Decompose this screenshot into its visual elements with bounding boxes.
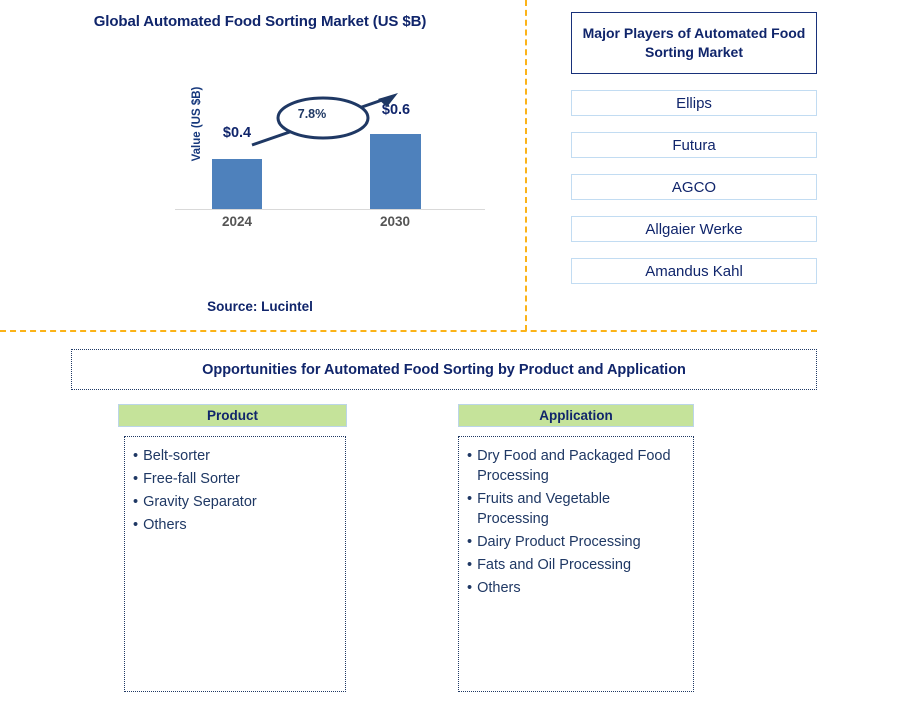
list-item: • Fats and Oil Processing [467,555,685,575]
player-item-allgaier-werke[interactable]: Allgaier Werke [571,216,817,242]
player-label: Allgaier Werke [645,220,743,238]
source-note: Source: Lucintel [207,299,313,314]
list-item-label: Belt-sorter [143,448,210,464]
list-item: • Gravity Separator [133,492,337,512]
vertical-divider [525,0,527,331]
player-item-agco[interactable]: AGCO [571,174,817,200]
list-item: • Others [467,578,685,598]
list-item: • Others [133,515,337,535]
player-label: Ellips [676,94,712,112]
product-list-box: • Belt-sorter • Free-fall Sorter • Gravi… [124,436,346,692]
product-column-header: Product [118,404,347,427]
list-item-label: Others [477,580,521,596]
list-item: • Belt-sorter [133,446,337,466]
bullet-icon: • [467,534,473,550]
bullet-icon: • [467,557,473,573]
opportunities-banner: Opportunities for Automated Food Sorting… [71,349,817,390]
major-players-panel: Major Players of Automated Food Sorting … [571,12,817,284]
bullet-icon: • [133,517,139,533]
market-chart-panel: Global Automated Food Sorting Market (US… [0,0,526,331]
player-item-ellips[interactable]: Ellips [571,90,817,116]
chart-title: Global Automated Food Sorting Market (US… [93,13,427,30]
bar-chart: Value (US $B) $0.4 $0.6 2024 2030 7.8% [155,87,485,240]
player-item-amandus-kahl[interactable]: Amandus Kahl [571,258,817,284]
list-item: • Free-fall Sorter [133,469,337,489]
list-item-label: Dry Food and Packaged Food Processing [477,448,671,484]
major-players-header: Major Players of Automated Food Sorting … [571,12,817,74]
list-item-label: Others [143,517,187,533]
list-item: • Dry Food and Packaged Food Processing [467,446,685,486]
list-item-label: Dairy Product Processing [477,534,641,550]
application-column-header: Application [458,404,694,427]
x-axis-line [175,209,485,210]
list-item: • Dairy Product Processing [467,532,685,552]
bullet-icon: • [133,448,139,464]
player-label: Futura [672,136,716,154]
cagr-label: 7.8% [297,107,327,121]
list-item-label: Fats and Oil Processing [477,557,632,573]
list-item: • Fruits and Vegetable Processing [467,489,685,529]
x-tick-2030: 2030 [379,214,411,229]
y-axis-label: Value (US $B) [191,86,203,162]
horizontal-divider [0,330,817,332]
list-item-label: Fruits and Vegetable Processing [477,491,611,527]
list-item-label: Free-fall Sorter [143,471,240,487]
bullet-icon: • [467,448,473,464]
bullet-icon: • [467,491,473,507]
bullet-icon: • [467,580,473,596]
list-item-label: Gravity Separator [143,494,257,510]
player-item-futura[interactable]: Futura [571,132,817,158]
bullet-icon: • [133,494,139,510]
bar-2024 [212,159,262,209]
player-label: Amandus Kahl [645,262,743,280]
player-label: AGCO [671,178,717,196]
application-list-box: • Dry Food and Packaged Food Processing … [458,436,694,692]
x-tick-2024: 2024 [221,214,253,229]
bullet-icon: • [133,471,139,487]
